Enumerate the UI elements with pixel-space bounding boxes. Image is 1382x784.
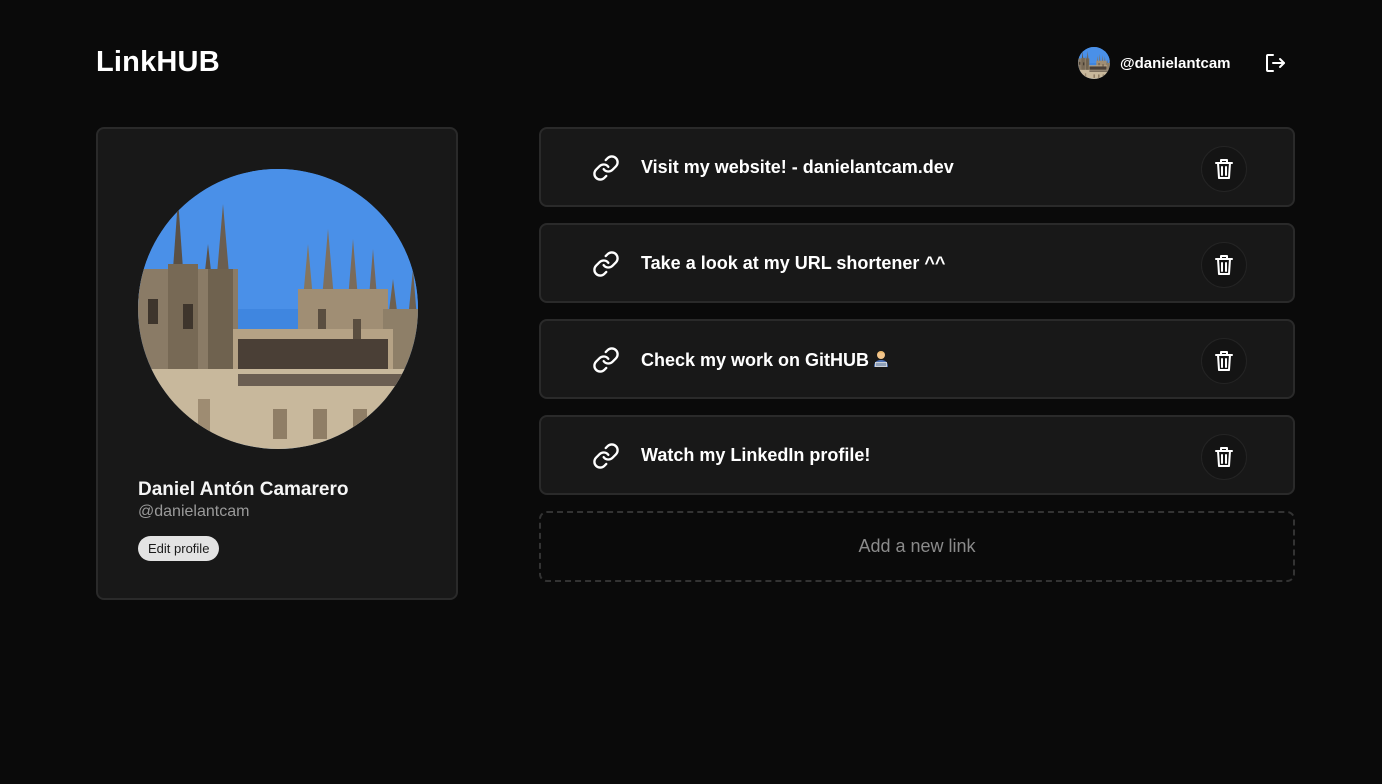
user-handle[interactable]: @danielantcam <box>1120 55 1231 72</box>
delete-link-button[interactable] <box>1201 146 1247 192</box>
delete-link-button[interactable] <box>1201 434 1247 480</box>
trash-icon <box>1215 255 1233 275</box>
user-avatar[interactable] <box>1078 47 1110 79</box>
link-item[interactable]: Take a look at my URL shortener ^^ <box>539 223 1295 303</box>
trash-icon <box>1215 159 1233 179</box>
link-icon <box>593 251 619 277</box>
link-title: Visit my website! - danielantcam.dev <box>641 157 954 177</box>
link-title: Check my work on GitHUB <box>641 349 891 371</box>
trash-icon <box>1215 351 1233 371</box>
header: LinkHUB @danielantcam <box>96 44 1296 84</box>
logout-button[interactable] <box>1262 50 1288 76</box>
link-icon <box>593 347 619 373</box>
add-link-button[interactable]: Add a new link <box>539 511 1295 582</box>
add-link-label: Add a new link <box>858 536 976 556</box>
link-icon <box>593 155 619 181</box>
profile-name: Daniel Antón Camarero <box>138 479 349 500</box>
user-menu[interactable]: @danielantcam <box>1078 47 1231 79</box>
profile-avatar <box>138 169 418 449</box>
link-title: Take a look at my URL shortener ^^ <box>641 253 946 273</box>
link-item[interactable]: Watch my LinkedIn profile! <box>539 415 1295 495</box>
delete-link-button[interactable] <box>1201 242 1247 288</box>
profile-card: Daniel Antón Camarero @danielantcam Edit… <box>96 127 458 600</box>
edit-profile-button[interactable]: Edit profile <box>138 536 220 561</box>
link-title: Watch my LinkedIn profile! <box>641 445 871 465</box>
link-title-text: Check my work on GitHUB <box>641 350 870 370</box>
trash-icon <box>1215 447 1233 467</box>
profile-handle: @danielantcam <box>138 503 250 520</box>
technologist-emoji-icon <box>874 351 889 367</box>
link-icon <box>593 443 619 469</box>
brand-logo[interactable]: LinkHUB <box>96 46 220 79</box>
link-item[interactable]: Check my work on GitHUB <box>539 319 1295 399</box>
logout-icon <box>1266 54 1285 72</box>
delete-link-button[interactable] <box>1201 338 1247 384</box>
link-item[interactable]: Visit my website! - danielantcam.dev <box>539 127 1295 207</box>
